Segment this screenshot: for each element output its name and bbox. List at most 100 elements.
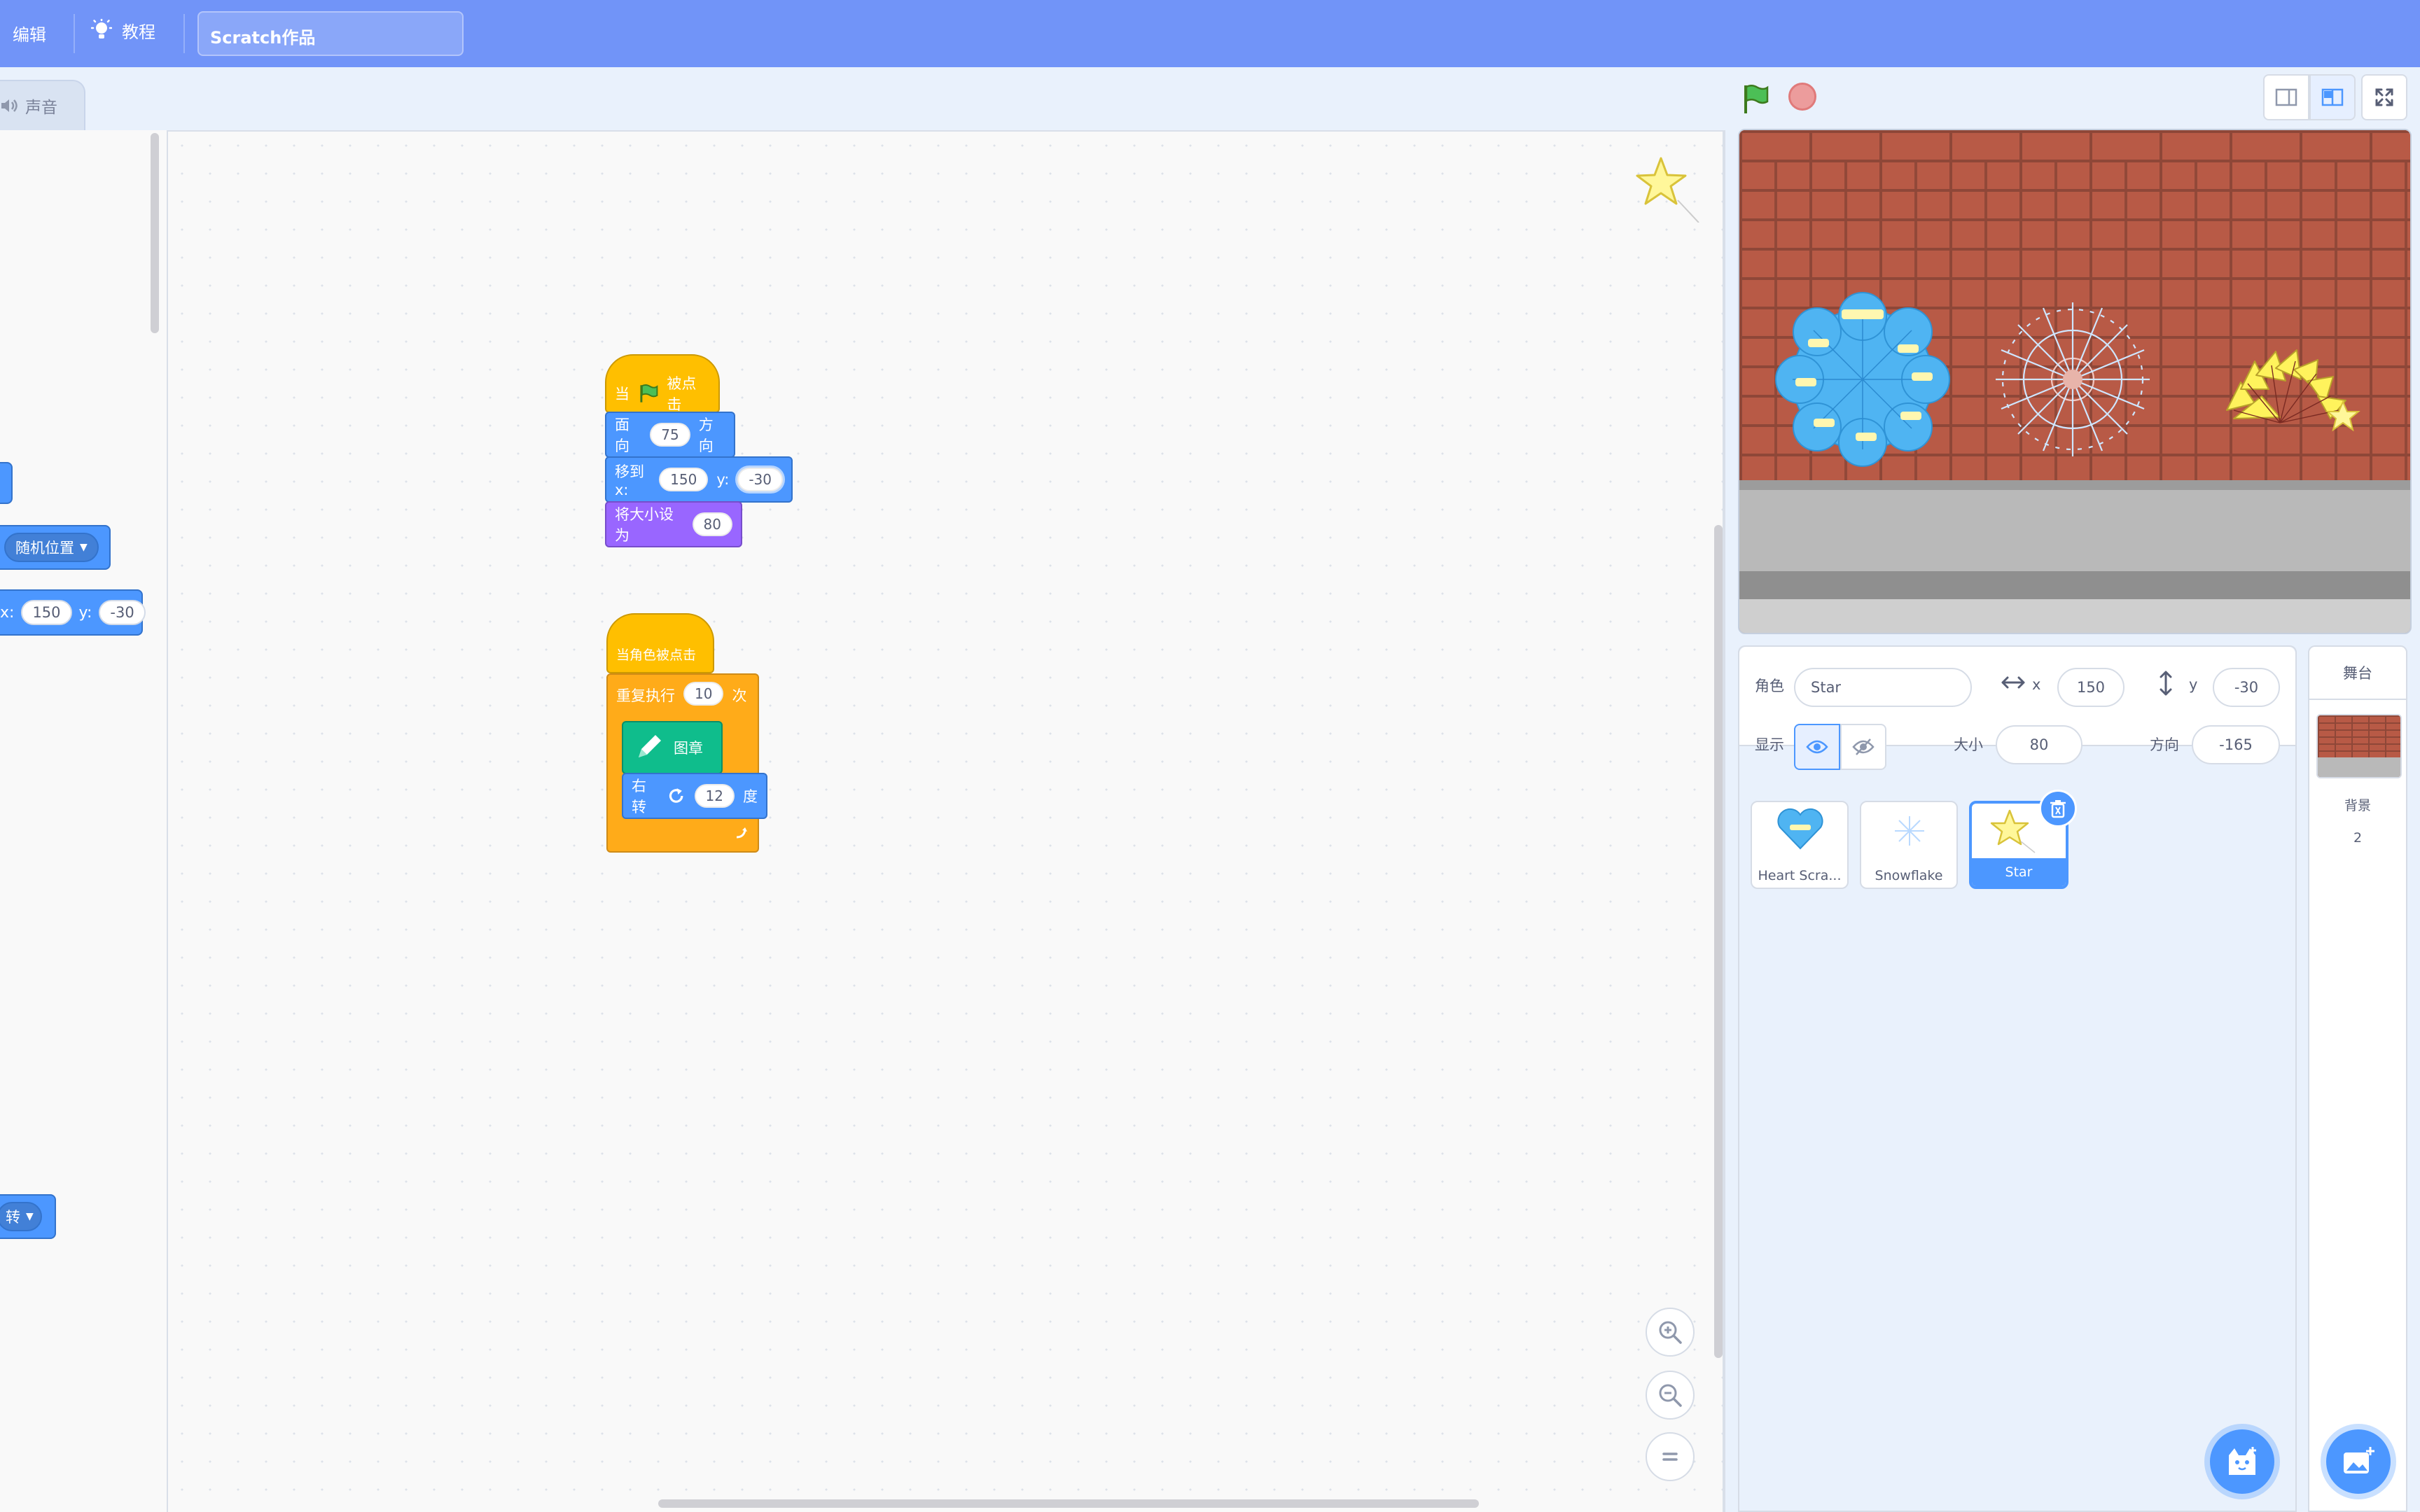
y-position-value: -30 — [2234, 679, 2259, 696]
sprite-tile-heart[interactable]: Heart Scra... — [1751, 801, 1849, 889]
sprite-info: 角色 Star x 150 y -30 显示 大小 80 方向 -165 — [1739, 647, 2295, 770]
menu-bar: 编辑 教程 Scratch作品 — [0, 0, 2420, 67]
sidewalk-backdrop — [1739, 480, 2410, 633]
road-strip — [1739, 571, 2410, 599]
fullscreen-icon — [2375, 88, 2393, 106]
trash-icon — [2050, 800, 2066, 818]
zoom-out-button[interactable] — [1646, 1371, 1695, 1420]
star-sprite-thumbnail — [1990, 809, 2036, 853]
stage-canvas[interactable] — [1738, 129, 2412, 634]
heart-sprite-stamps[interactable] — [1772, 288, 1954, 470]
stage-selector-header: 舞台 — [2309, 647, 2406, 700]
zoom-in-button[interactable] — [1646, 1308, 1695, 1357]
workspace-vertical-scrollbar[interactable] — [1714, 525, 1723, 1358]
code-workspace[interactable] — [168, 130, 1724, 1512]
show-label: 显示 — [1755, 736, 1784, 753]
snowflake-sprite-thumbnail — [1895, 816, 1924, 846]
small-stage-button[interactable] — [2263, 74, 2309, 120]
goto-target-dropdown[interactable]: 随机位置 ▼ — [4, 533, 99, 562]
small-stage-icon — [2275, 88, 2297, 106]
size-value: 80 — [2029, 736, 2049, 753]
hat-sprite-clicked-label: 当角色被点击 — [616, 647, 697, 663]
y-label: y — [2189, 676, 2198, 693]
palette-block-glide-xy[interactable]: x: 150 y: -30 — [0, 589, 146, 636]
block-turn-right[interactable]: 右转 12 度 — [622, 773, 767, 819]
green-flag-button[interactable] — [1739, 83, 1773, 116]
curb — [1739, 480, 2410, 490]
y-position-input[interactable]: -30 — [2213, 668, 2280, 707]
zoom-reset-button[interactable] — [1646, 1432, 1695, 1481]
tab-sounds[interactable]: 声音 — [0, 80, 85, 130]
block-palette[interactable] — [0, 130, 168, 1512]
hat-when-flag-clicked[interactable]: 当 被点击 — [605, 354, 720, 413]
turn-degrees-input[interactable]: 12 — [694, 784, 735, 808]
goto-y-input[interactable]: -30 — [737, 468, 783, 491]
image-plus-icon — [2344, 1447, 2374, 1474]
point-direction-input[interactable]: 75 — [650, 423, 690, 447]
star-sprite-stamps[interactable] — [2213, 340, 2367, 445]
add-sprite-button[interactable] — [2210, 1429, 2274, 1494]
speaker-icon — [1, 99, 18, 112]
sprite-name-label: 角色 — [1755, 678, 1784, 694]
glide-y-label: y: — [78, 603, 92, 622]
road-edge — [1739, 599, 2410, 633]
glide-x-input[interactable]: 150 — [21, 600, 72, 625]
snowflake-sprite-stamps[interactable] — [1989, 295, 2157, 463]
glide-x-prefix: x: — [0, 603, 15, 622]
lightbulb-icon — [91, 18, 112, 38]
direction-label: 方向 — [2150, 736, 2179, 753]
sprite-name-input[interactable]: Star — [1794, 668, 1972, 707]
size-input[interactable]: 80 — [1996, 725, 2082, 764]
hide-sprite-button[interactable] — [1840, 724, 1886, 770]
menu-divider — [74, 14, 75, 53]
workspace-horizontal-scrollbar[interactable] — [658, 1499, 1479, 1508]
chevron-down-icon: ▼ — [26, 1211, 34, 1222]
project-title-input[interactable]: Scratch作品 — [197, 11, 464, 56]
heart-sprite-thumbnail — [1777, 808, 1823, 850]
y-position-icon — [2160, 671, 2172, 696]
hat-clicked-label: 被点击 — [667, 375, 697, 413]
sprite-pane: 角色 Star x 150 y -30 显示 大小 80 方向 -165 — [1738, 645, 2297, 1512]
stop-button[interactable] — [1788, 83, 1816, 111]
normal-stage-icon — [2321, 88, 2344, 106]
delete-sprite-button[interactable] — [2039, 790, 2077, 827]
sprite-name-value: Star — [1811, 679, 1842, 696]
size-label: 大小 — [1954, 736, 1983, 753]
palette-block-goto-random[interactable]: 随机位置 ▼ — [0, 525, 111, 570]
direction-input[interactable]: -165 — [2192, 725, 2280, 764]
sprite-tile-name: Heart Scra... — [1758, 868, 1842, 883]
menu-tutorials[interactable]: 教程 — [91, 18, 155, 43]
stage-thumbnail — [2316, 714, 2402, 778]
rotation-style-dropdown[interactable]: 转 ▼ — [0, 1202, 42, 1231]
loop-arrow-icon — [736, 827, 747, 839]
goto-y-label: y: — [716, 471, 730, 488]
show-sprite-button[interactable] — [1794, 724, 1840, 770]
fullscreen-button[interactable] — [2361, 74, 2407, 120]
set-size-input[interactable]: 80 — [692, 512, 732, 536]
point-direction-label: 面向 — [615, 416, 630, 454]
sprite-tile-snowflake[interactable]: Snowflake — [1860, 801, 1958, 889]
palette-block-stub[interactable] — [0, 462, 13, 504]
eye-icon — [1806, 740, 1828, 754]
block-pen-stamp[interactable]: 图章 — [622, 721, 723, 774]
block-goto-xy[interactable]: 移到 x: 150 y: -30 — [605, 456, 793, 503]
stage-selector[interactable]: 舞台 背景 2 — [2308, 645, 2407, 1512]
repeat-count-input[interactable]: 10 — [683, 682, 724, 706]
equals-icon — [1662, 1452, 1678, 1461]
menu-edit[interactable]: 编辑 — [13, 21, 46, 46]
x-label: x — [2032, 676, 2041, 693]
sprite-tile-name: Snowflake — [1875, 868, 1943, 883]
glide-y-input[interactable]: -30 — [99, 600, 146, 625]
backdrop-count: 2 — [2353, 830, 2363, 846]
block-set-size[interactable]: 将大小设为 80 — [605, 501, 742, 547]
normal-stage-button[interactable] — [2309, 74, 2356, 120]
x-position-input[interactable]: 150 — [2057, 668, 2125, 707]
pen-stamp-label: 图章 — [674, 740, 703, 757]
add-backdrop-button[interactable] — [2326, 1429, 2391, 1494]
hat-when-sprite-clicked[interactable]: 当角色被点击 — [606, 613, 714, 673]
block-point-in-direction[interactable]: 面向 75 方向 — [605, 412, 735, 458]
point-direction-unit: 方向 — [698, 416, 714, 454]
palette-block-rotation-style[interactable]: 转 ▼ — [0, 1194, 56, 1239]
goto-x-input[interactable]: 150 — [659, 468, 709, 491]
palette-scrollbar[interactable] — [151, 133, 159, 333]
